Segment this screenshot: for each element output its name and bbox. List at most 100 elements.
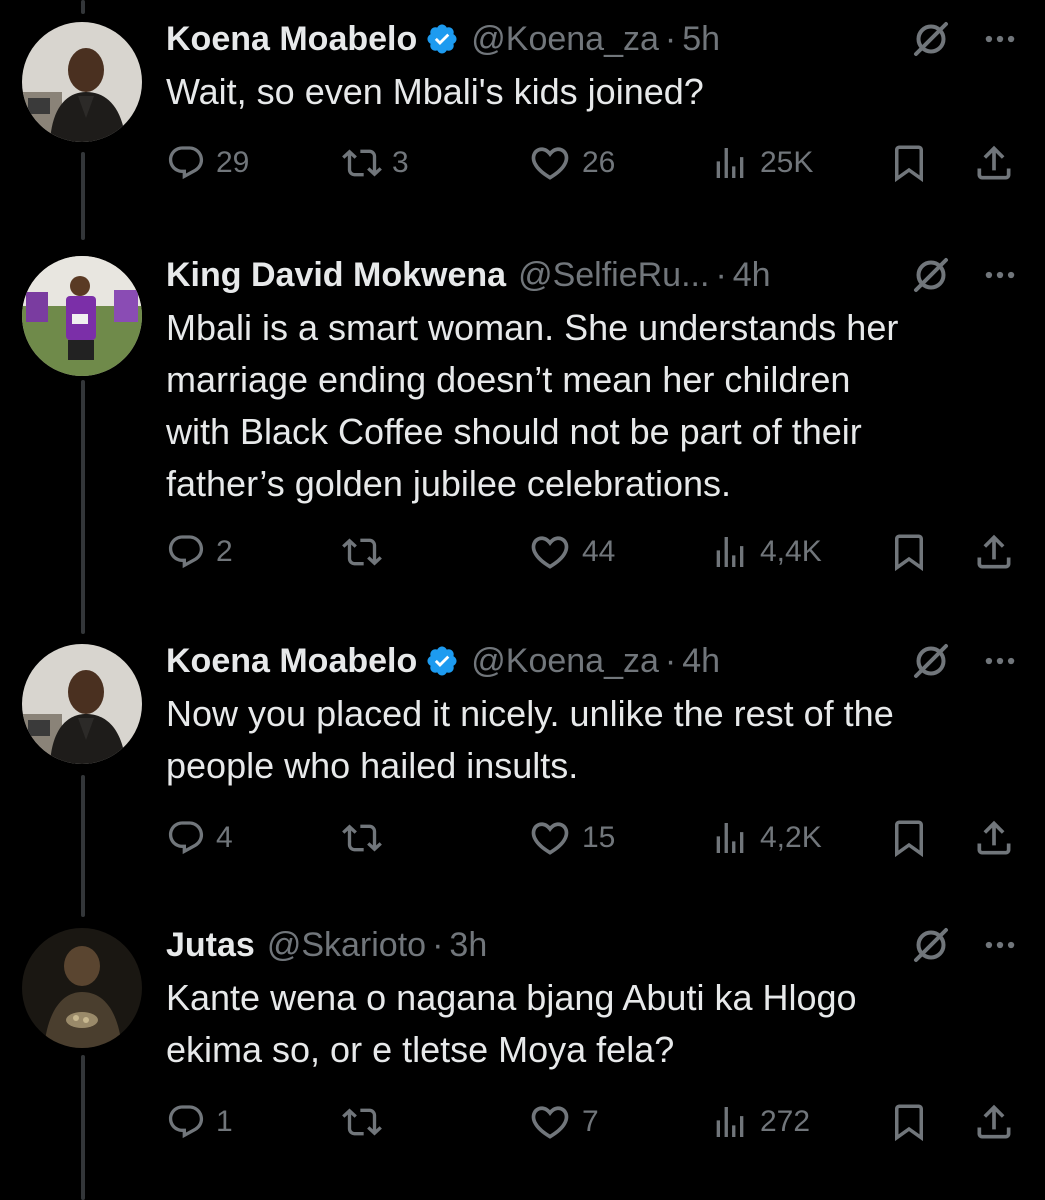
heart-icon: [528, 141, 572, 185]
repost-button[interactable]: [342, 813, 382, 863]
like-button[interactable]: 7: [528, 1097, 599, 1147]
reply-icon: [166, 143, 206, 183]
tweet-3[interactable]: Koena Moabelo @Koena_za · 4h Now you pla…: [0, 636, 1045, 876]
like-count: 26: [582, 146, 616, 179]
more-icon[interactable]: [981, 20, 1019, 58]
handle[interactable]: @Koena_za: [471, 642, 659, 681]
more-icon[interactable]: [981, 642, 1019, 680]
views-icon: [710, 143, 750, 183]
repost-icon: [342, 143, 382, 183]
repost-button[interactable]: 3: [342, 138, 409, 188]
display-name[interactable]: Koena Moabelo: [166, 20, 417, 59]
tweet-actions: 2 44 4,4K: [0, 527, 1045, 577]
timestamp[interactable]: 3h: [449, 926, 487, 965]
share-icon: [972, 530, 1016, 574]
bookmark-button[interactable]: [888, 1097, 930, 1147]
grok-icon[interactable]: [911, 255, 951, 295]
tweet-2[interactable]: King David Mokwena @SelfieRu... · 4h Mba…: [0, 250, 1045, 590]
share-button[interactable]: [972, 527, 1016, 577]
avatar-jutas[interactable]: [22, 928, 142, 1048]
separator-dot: ·: [664, 19, 677, 58]
display-name[interactable]: King David Mokwena: [166, 256, 506, 295]
reply-button[interactable]: 2: [166, 527, 233, 577]
share-icon: [972, 141, 1016, 185]
tweet-text: Now you placed it nicely. unlike the res…: [166, 693, 894, 786]
timestamp[interactable]: 4h: [682, 642, 720, 681]
tweet-header: Koena Moabelo @Koena_za · 4h: [166, 636, 720, 686]
timestamp[interactable]: 5h: [682, 20, 720, 59]
views-count: 4,4K: [760, 535, 822, 568]
verified-badge-icon: [425, 644, 459, 678]
share-button[interactable]: [972, 138, 1016, 188]
reply-count: 1: [216, 1105, 233, 1138]
tweet-text: Kante wena o nagana bjang Abuti ka Hlogo…: [166, 977, 857, 1070]
reply-button[interactable]: 4: [166, 813, 233, 863]
handle[interactable]: @Skarioto: [267, 926, 426, 965]
tweet-4[interactable]: Jutas @Skarioto · 3h Kante wena o nagana…: [0, 920, 1045, 1160]
reply-button[interactable]: 29: [166, 138, 249, 188]
tweet-actions: 1 7 272: [0, 1097, 1045, 1147]
views-icon: [710, 818, 750, 858]
more-icon[interactable]: [981, 926, 1019, 964]
share-button[interactable]: [972, 813, 1016, 863]
grok-icon[interactable]: [911, 19, 951, 59]
timestamp[interactable]: 4h: [733, 256, 771, 295]
tweet-actions: 4 15 4,2K: [0, 813, 1045, 863]
bookmark-icon: [888, 531, 930, 573]
separator-dot: ·: [715, 255, 727, 294]
views-count: 4,2K: [760, 821, 822, 854]
share-button[interactable]: [972, 1097, 1016, 1147]
bookmark-icon: [888, 817, 930, 859]
bookmark-button[interactable]: [888, 813, 930, 863]
views-icon: [710, 1102, 750, 1142]
heart-icon: [528, 530, 572, 574]
tweet-text: Wait, so even Mbali's kids joined?: [166, 71, 704, 112]
repost-icon: [342, 818, 382, 858]
separator-dot: ·: [432, 925, 444, 964]
tweet-header-actions: [911, 920, 1019, 970]
grok-icon[interactable]: [911, 925, 951, 965]
like-button[interactable]: 15: [528, 813, 615, 863]
bookmark-button[interactable]: [888, 138, 930, 188]
more-icon[interactable]: [981, 256, 1019, 294]
separator-dot: ·: [664, 641, 677, 680]
avatar-koena[interactable]: [22, 644, 142, 764]
display-name[interactable]: Koena Moabelo: [166, 642, 417, 681]
views-button[interactable]: 4,4K: [710, 527, 822, 577]
tweet-header: Jutas @Skarioto · 3h: [166, 920, 487, 970]
tweet-header-actions: [911, 636, 1019, 686]
views-button[interactable]: 272: [710, 1097, 810, 1147]
like-count: 15: [582, 821, 616, 854]
like-button[interactable]: 44: [528, 527, 615, 577]
reply-button[interactable]: 1: [166, 1097, 233, 1147]
tweet-1[interactable]: Koena Moabelo @Koena_za · 5h Wait, so ev…: [0, 14, 1045, 194]
like-count: 7: [582, 1105, 599, 1138]
reply-icon: [166, 1102, 206, 1142]
views-button[interactable]: 4,2K: [710, 813, 822, 863]
reply-count: 2: [216, 535, 233, 568]
tweet-text: Mbali is a smart woman. She understands …: [166, 307, 899, 504]
avatar-king-david[interactable]: [22, 256, 142, 376]
repost-button[interactable]: [342, 527, 382, 577]
tweet-header: King David Mokwena @SelfieRu... · 4h: [166, 250, 771, 300]
share-icon: [972, 816, 1016, 860]
handle[interactable]: @SelfieRu...: [518, 256, 709, 295]
bookmark-icon: [888, 1101, 930, 1143]
heart-icon: [528, 1100, 572, 1144]
display-name[interactable]: Jutas: [166, 926, 255, 965]
bookmark-button[interactable]: [888, 527, 930, 577]
grok-icon[interactable]: [911, 641, 951, 681]
share-icon: [972, 1100, 1016, 1144]
repost-icon: [342, 532, 382, 572]
handle[interactable]: @Koena_za: [471, 20, 659, 59]
reply-count: 29: [216, 146, 250, 179]
repost-button[interactable]: [342, 1097, 382, 1147]
like-button[interactable]: 26: [528, 138, 615, 188]
views-button[interactable]: 25K: [710, 138, 813, 188]
repost-icon: [342, 1102, 382, 1142]
heart-icon: [528, 816, 572, 860]
repost-count: 3: [392, 146, 409, 179]
tweet-header-actions: [911, 14, 1019, 64]
avatar-koena[interactable]: [22, 22, 142, 142]
reply-count: 4: [216, 821, 233, 854]
